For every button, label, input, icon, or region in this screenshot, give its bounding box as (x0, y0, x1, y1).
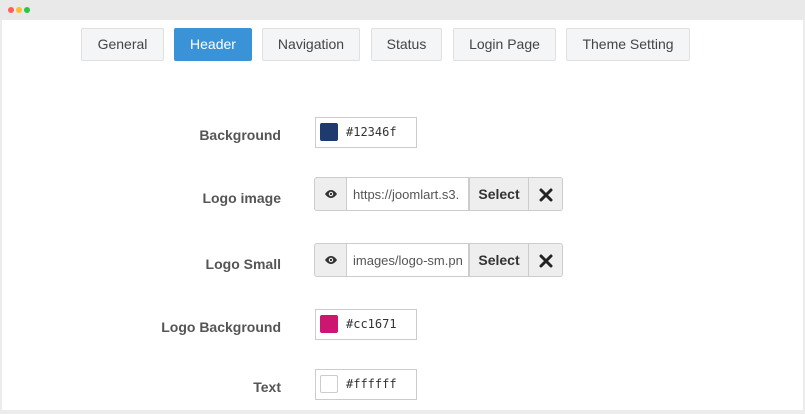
text-swatch[interactable] (320, 375, 338, 393)
logo-image-clear-button[interactable] (529, 177, 563, 211)
tab-login-page[interactable]: Login Page (453, 28, 556, 61)
logo-small-label: Logo Small (205, 256, 281, 272)
minimize-window-icon[interactable] (16, 7, 22, 13)
maximize-window-icon[interactable] (24, 7, 30, 13)
eye-icon (325, 190, 337, 198)
logo-image-path-input[interactable] (347, 177, 469, 211)
close-icon (539, 188, 553, 202)
logo-background-swatch[interactable] (320, 315, 338, 333)
logo-small-select-button[interactable]: Select (469, 243, 529, 277)
logo-small-preview-button[interactable] (314, 243, 347, 277)
logo-small-clear-button[interactable] (529, 243, 563, 277)
text-color-field[interactable]: #ffffff (315, 369, 417, 400)
tab-header[interactable]: Header (174, 28, 252, 61)
window-titlebar (0, 0, 805, 20)
logo-background-color-value[interactable]: #cc1671 (346, 317, 397, 331)
background-color-value[interactable]: #12346f (346, 125, 397, 139)
logo-background-color-field[interactable]: #cc1671 (315, 309, 417, 340)
logo-image-media-field: Select (314, 177, 563, 211)
text-color-value[interactable]: #ffffff (346, 377, 397, 391)
eye-icon (325, 256, 337, 264)
logo-small-media-field: Select (314, 243, 563, 277)
logo-image-select-button[interactable]: Select (469, 177, 529, 211)
tab-status[interactable]: Status (371, 28, 442, 61)
tab-theme-setting[interactable]: Theme Setting (566, 28, 690, 61)
text-color-label: Text (253, 379, 281, 395)
logo-image-label: Logo image (202, 190, 281, 206)
background-color-field[interactable]: #12346f (315, 117, 417, 148)
settings-panel: General Header Navigation Status Login P… (2, 20, 803, 410)
logo-background-label: Logo Background (161, 319, 281, 335)
logo-image-preview-button[interactable] (314, 177, 347, 211)
background-label: Background (199, 127, 281, 143)
background-swatch[interactable] (320, 123, 338, 141)
tab-navigation[interactable]: Navigation (262, 28, 360, 61)
close-window-icon[interactable] (8, 7, 14, 13)
tab-general[interactable]: General (81, 28, 164, 61)
logo-small-path-input[interactable] (347, 243, 469, 277)
close-icon (539, 254, 553, 268)
